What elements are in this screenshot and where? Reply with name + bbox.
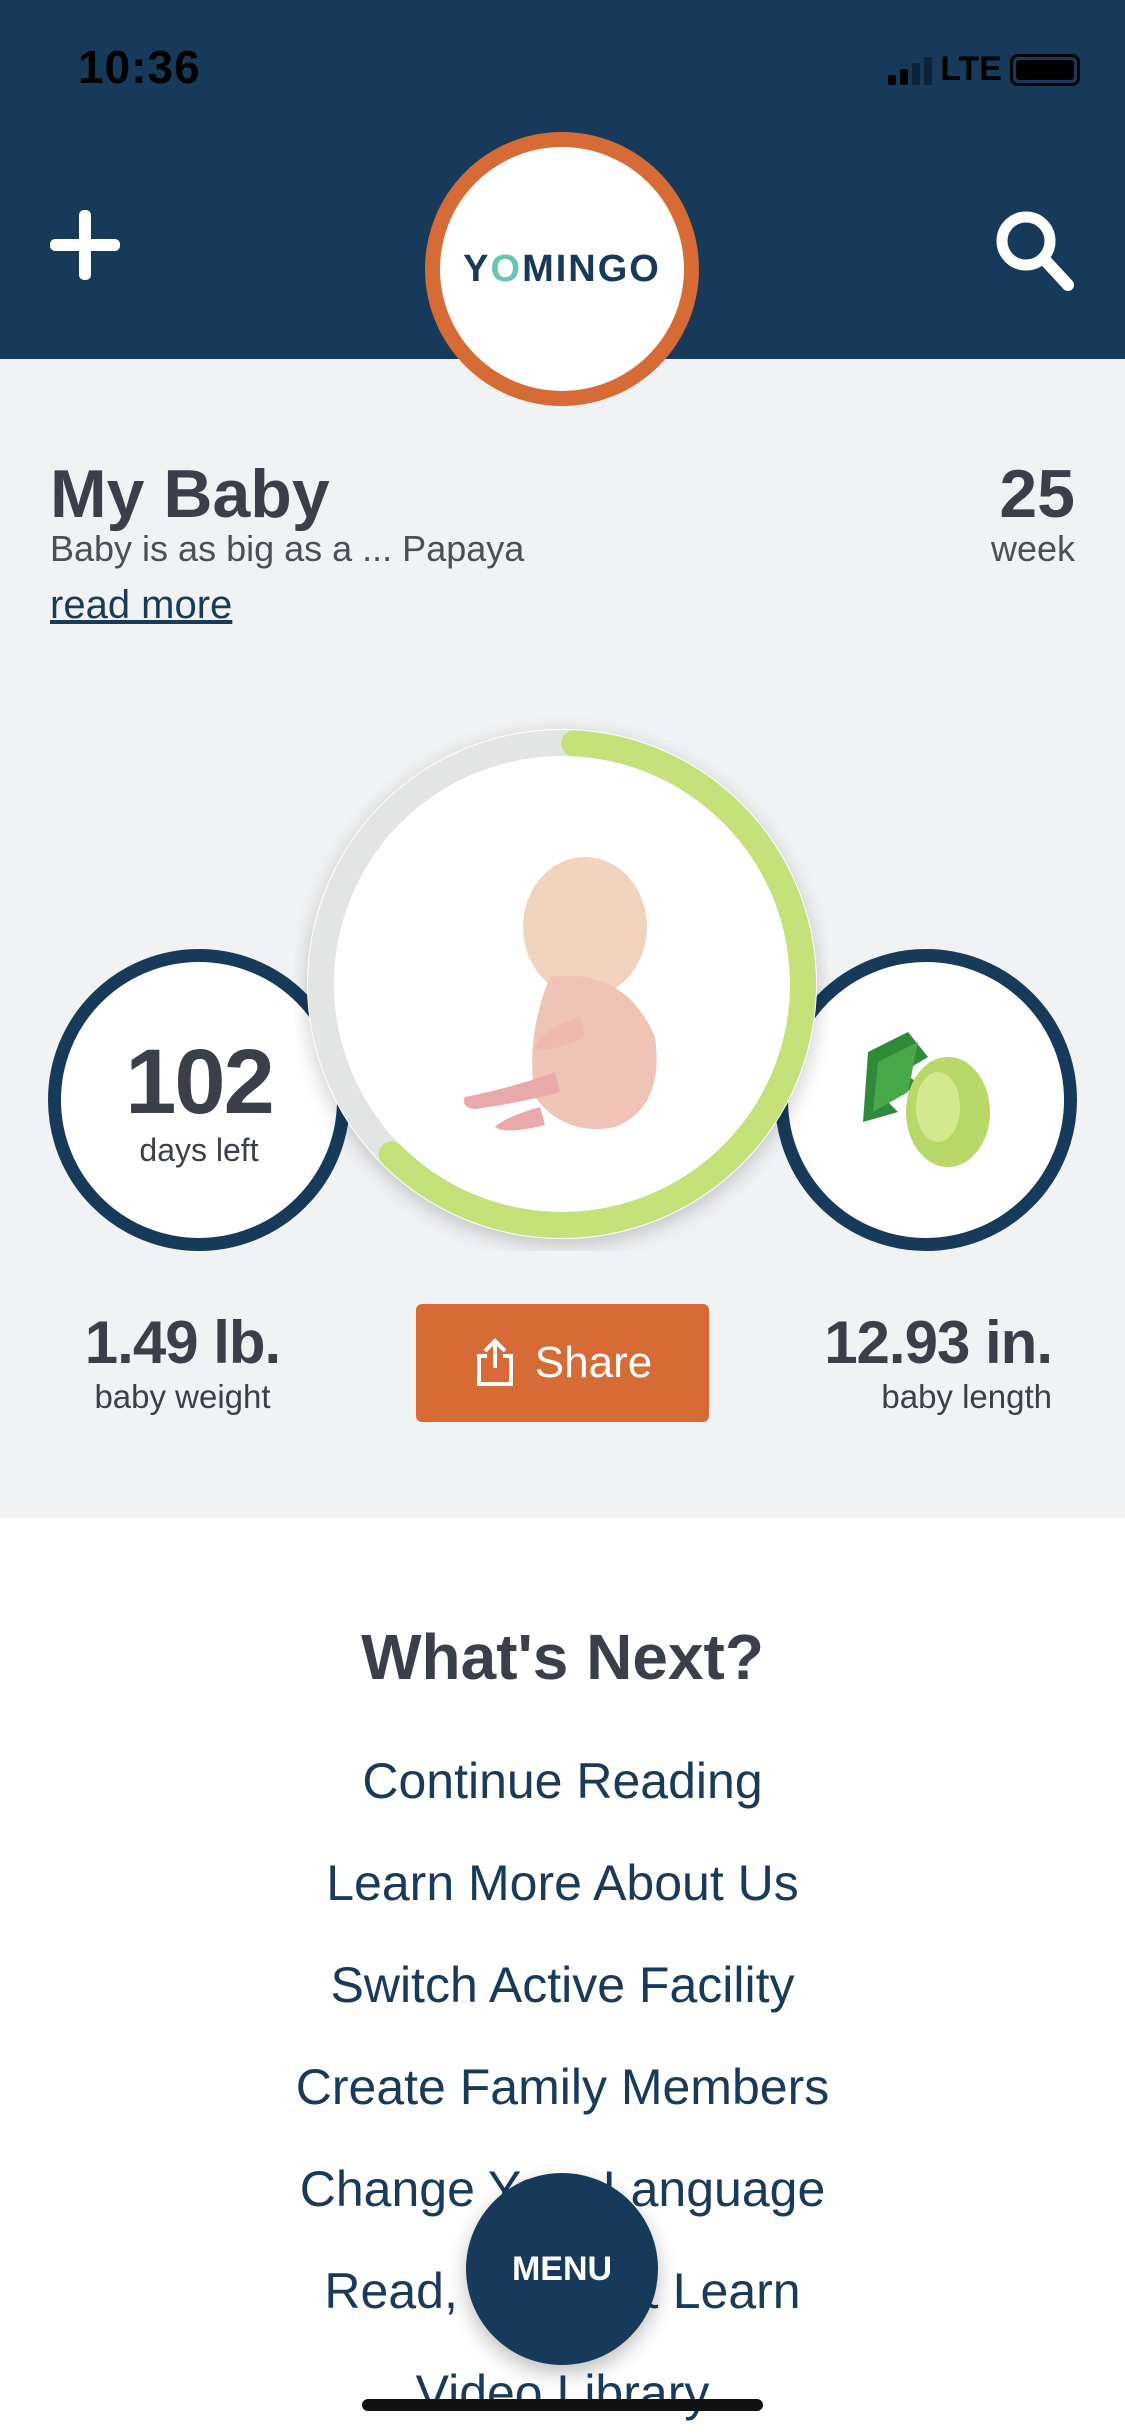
search-icon[interactable] bbox=[990, 205, 1080, 295]
papaya-icon bbox=[863, 1032, 990, 1167]
size-comparison: Baby is as big as a ... Papaya bbox=[50, 528, 525, 569]
home-indicator[interactable] bbox=[362, 2399, 763, 2411]
pregnancy-progress-ring bbox=[307, 729, 817, 1239]
yomingo-logo[interactable]: YOMINGO bbox=[425, 132, 699, 406]
battery-icon bbox=[1010, 53, 1080, 86]
week-label: week bbox=[990, 528, 1075, 569]
whats-next-link[interactable]: Video Library bbox=[0, 2364, 1125, 2422]
logo-text: YOMINGO bbox=[463, 247, 661, 290]
status-time: 10:36 bbox=[78, 41, 201, 93]
baby-weight-value: 1.49 lb. bbox=[84, 1309, 281, 1376]
week-number: 25 bbox=[999, 456, 1075, 532]
read-more-link[interactable]: read more bbox=[50, 583, 232, 628]
share-button[interactable]: Share bbox=[416, 1304, 709, 1422]
status-indicators: LTE bbox=[888, 50, 1080, 89]
share-icon bbox=[476, 1338, 513, 1386]
whats-next-link[interactable]: Create Family Members bbox=[0, 2058, 1125, 2116]
plus-icon[interactable] bbox=[45, 205, 125, 285]
baby-weight-label: baby weight bbox=[94, 1378, 271, 1415]
whats-next-title: What's Next? bbox=[361, 1621, 764, 1693]
whats-next-link[interactable]: Continue Reading bbox=[0, 1752, 1125, 1810]
baby-length-label: baby length bbox=[881, 1378, 1052, 1415]
whats-next-link[interactable]: Learn More About Us bbox=[0, 1854, 1125, 1912]
whats-next-link[interactable]: Switch Active Facility bbox=[0, 1956, 1125, 2014]
menu-button[interactable]: MENU bbox=[466, 2173, 658, 2365]
network-type: LTE bbox=[940, 50, 1002, 88]
signal-icon bbox=[888, 55, 933, 85]
baby-length-value: 12.93 in. bbox=[824, 1309, 1053, 1376]
share-label: Share bbox=[534, 1338, 653, 1387]
page-title: My Baby bbox=[50, 456, 330, 532]
